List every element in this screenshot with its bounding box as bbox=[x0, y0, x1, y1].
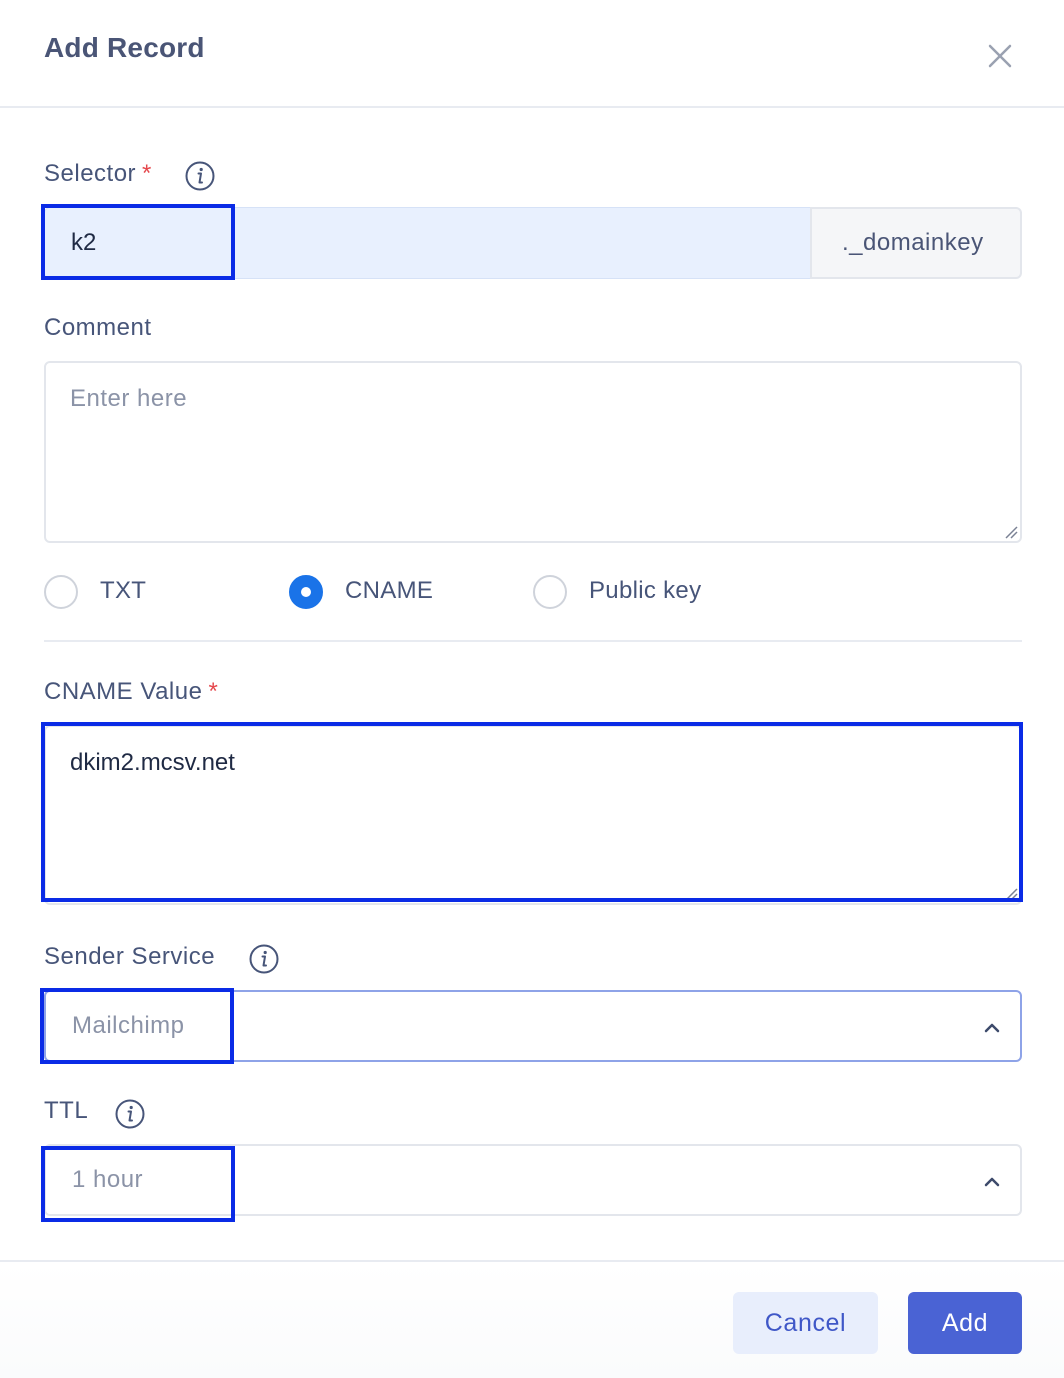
radio-public-key-label: Public key bbox=[589, 577, 702, 604]
chevron-up-icon bbox=[984, 1023, 1000, 1033]
selector-suffix: ._domainkey bbox=[810, 207, 1022, 279]
resize-handle-icon[interactable] bbox=[1004, 525, 1018, 539]
sender-service-select[interactable]: Mailchimp bbox=[44, 990, 1022, 1062]
comment-label: Comment bbox=[44, 314, 152, 341]
sender-service-value: Mailchimp bbox=[72, 1012, 185, 1039]
cname-value-text: dkim2.mcsv.net bbox=[70, 749, 235, 776]
ttl-value: 1 hour bbox=[72, 1166, 144, 1193]
radio-public-key-circle[interactable] bbox=[533, 575, 567, 609]
selector-label-text: Selector bbox=[44, 160, 137, 187]
ttl-label: TTL bbox=[44, 1097, 89, 1124]
section-divider bbox=[44, 640, 1022, 642]
radio-txt-circle[interactable] bbox=[44, 575, 78, 609]
dialog-footer bbox=[0, 1260, 1064, 1378]
cancel-button[interactable]: Cancel bbox=[733, 1292, 878, 1354]
ttl-select[interactable]: 1 hour bbox=[44, 1144, 1022, 1216]
info-icon[interactable] bbox=[249, 944, 279, 974]
resize-handle-icon[interactable] bbox=[1004, 887, 1018, 901]
dialog-header: Add Record bbox=[0, 0, 1064, 108]
dialog-title: Add Record bbox=[44, 32, 205, 63]
radio-cname-label: CNAME bbox=[345, 577, 434, 604]
close-icon[interactable] bbox=[982, 38, 1018, 74]
info-icon[interactable] bbox=[115, 1099, 145, 1129]
sender-service-label: Sender Service bbox=[44, 943, 216, 970]
add-record-dialog: Add Record Selector * k2 ._domainkey Comm… bbox=[0, 0, 1064, 1378]
cname-value-label-text: CNAME Value bbox=[44, 678, 203, 705]
cname-value-textarea[interactable]: dkim2.mcsv.net bbox=[44, 725, 1022, 905]
chevron-up-icon bbox=[984, 1177, 1000, 1187]
comment-placeholder: Enter here bbox=[70, 385, 188, 412]
radio-cname-circle[interactable] bbox=[289, 575, 323, 609]
selector-field: k2 ._domainkey bbox=[44, 207, 1022, 279]
cname-value-label: CNAME Value * bbox=[44, 678, 218, 706]
info-icon[interactable] bbox=[185, 161, 215, 191]
radio-txt-label: TXT bbox=[100, 577, 147, 604]
selector-input[interactable]: k2 bbox=[44, 207, 810, 279]
selector-label: Selector * bbox=[44, 160, 152, 188]
record-type-radio-group: TXT CNAME Public key bbox=[44, 575, 1022, 611]
required-mark: * bbox=[208, 678, 219, 705]
required-mark: * bbox=[142, 160, 152, 187]
comment-textarea[interactable]: Enter here bbox=[44, 361, 1022, 543]
add-button[interactable]: Add bbox=[908, 1292, 1022, 1354]
